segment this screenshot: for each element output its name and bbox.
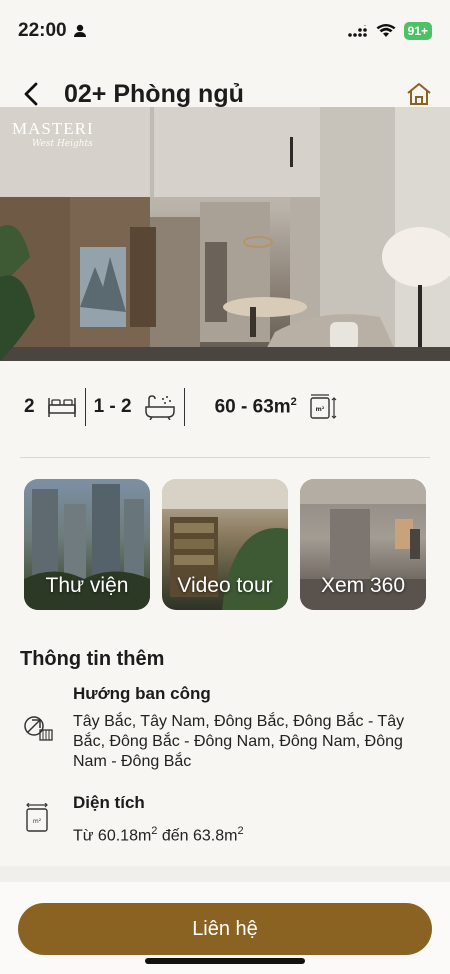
bottom-separator	[0, 866, 450, 882]
section-divider	[20, 457, 430, 458]
wifi-icon	[376, 24, 396, 37]
bedroom-count: 2	[24, 396, 35, 417]
home-button[interactable]	[404, 79, 434, 109]
balcony-direction-icon-wrapper	[20, 684, 56, 772]
brand-name: MASTERI	[12, 119, 94, 138]
chevron-left-icon	[24, 82, 38, 106]
svg-text:m²: m²	[33, 818, 42, 825]
bathroom-spec: 1 - 2	[94, 394, 176, 420]
cellular-signal-icon	[347, 25, 367, 37]
info-section-title: Thông tin thêm	[20, 648, 165, 670]
area-info-item: m² Diện tích Từ 60.18m2 đến 63.8m2	[20, 793, 430, 846]
spec-divider	[84, 388, 86, 426]
balcony-direction-item: Hướng ban công Tây Bắc, Tây Nam, Đông Bắ…	[20, 684, 430, 772]
video-tour-label: Video tour	[177, 574, 273, 597]
area-spec: 60 - 63m2 m²	[215, 392, 339, 422]
bed-icon	[47, 398, 76, 417]
contact-button[interactable]: Liên hệ	[18, 903, 432, 955]
area-info-label: Diện tích	[73, 793, 145, 812]
area-info-body: Diện tích Từ 60.18m2 đến 63.8m2	[73, 793, 430, 846]
media-options: Thư viện Video tour Xem 360	[24, 479, 426, 610]
bedroom-spec: 2	[24, 395, 77, 419]
library-label: Thư viện	[45, 574, 129, 597]
library-card[interactable]: Thư viện	[24, 479, 150, 610]
person-icon	[73, 24, 86, 37]
balcony-direction-icon	[24, 716, 53, 741]
battery-indicator: 91+	[403, 22, 432, 40]
unit-specs: 2 1 - 2 60 - 63m2 m²	[0, 383, 450, 431]
balcony-direction-label: Hướng ban công	[73, 684, 211, 703]
view-360-card[interactable]: Xem 360	[300, 479, 426, 610]
status-time-group: 22:00	[18, 20, 87, 42]
bathroom-count: 1 - 2	[93, 396, 132, 417]
area-icon: m²	[26, 803, 48, 832]
area-range: 60 - 63m2	[214, 395, 297, 418]
spec-divider	[183, 388, 185, 426]
status-bar: 22:00 91+	[0, 0, 450, 62]
view-360-label: Xem 360	[320, 574, 406, 597]
page-title: 02+ Phòng ngủ	[64, 79, 244, 108]
video-tour-card[interactable]: Video tour	[162, 479, 288, 610]
brand-subtitle: West Heights	[32, 139, 93, 149]
home-icon	[407, 83, 431, 105]
svg-text:m²: m²	[315, 406, 324, 413]
status-indicators: 91+	[347, 22, 432, 40]
home-indicator	[145, 958, 305, 964]
bathtub-icon	[144, 395, 175, 420]
area-icon: m²	[310, 394, 337, 419]
apartment-hero-image: MASTERI West Heights	[0, 107, 450, 361]
balcony-direction-value: Tây Bắc, Tây Nam, Đông Bắc, Đông Bắc - T…	[73, 713, 405, 770]
balcony-direction-body: Hướng ban công Tây Bắc, Tây Nam, Đông Bắ…	[73, 684, 430, 772]
status-time: 22:00	[18, 20, 67, 41]
brand-logo: MASTERI West Heights	[12, 119, 94, 149]
area-info-value: Từ 60.18m2 đến 63.8m2	[73, 825, 244, 845]
area-info-icon-wrapper: m²	[20, 793, 56, 846]
